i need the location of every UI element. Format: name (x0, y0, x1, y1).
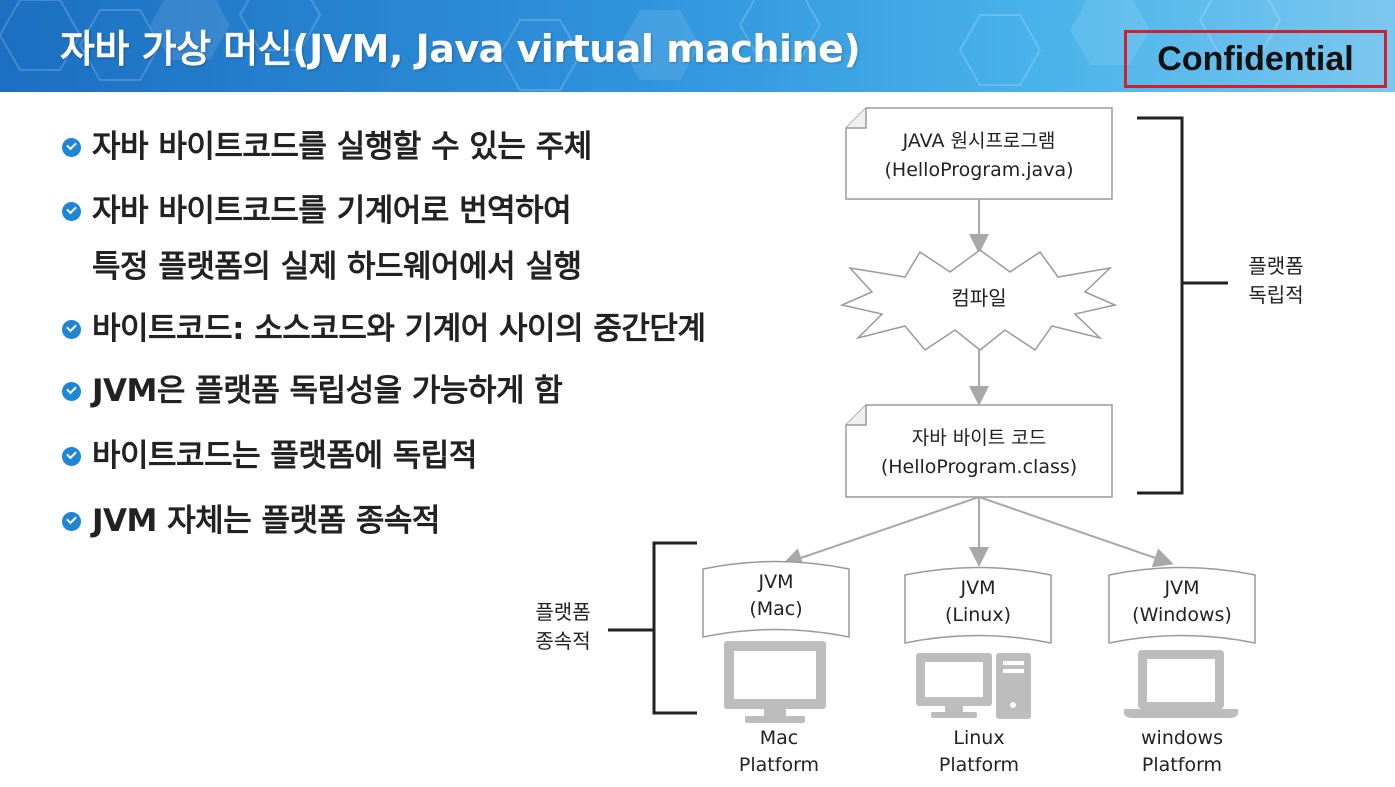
jvm-linux-label: JVM (960, 577, 996, 599)
monitor-icon (724, 641, 826, 723)
compile-burst: 컴파일 (839, 249, 1118, 352)
independent-label-line1: 플랫폼 (1248, 254, 1303, 278)
source-program-box: JAVA 원시프로그램 (HelloProgram.java) (845, 107, 1113, 200)
jvm-mac-label: JVM (758, 571, 794, 593)
linux-platform-word: Platform (939, 754, 1019, 776)
jvm-diagram: JAVA 원시프로그램 (HelloProgram.java) 컴파일 자바 바… (535, 107, 1304, 776)
jvm-mac: JVM (Mac) (702, 560, 850, 638)
independent-label-line2: 독립적 (1248, 283, 1303, 307)
jvm-linux-os: (Linux) (945, 604, 1011, 626)
arrow-to-jvm-windows (978, 496, 1174, 568)
jvm-linux: JVM (Linux) (904, 566, 1052, 644)
bytecode-box: 자바 바이트 코드 (HelloProgram.class) (845, 404, 1113, 498)
independent-bracket (1137, 116, 1184, 495)
arrow-to-jvm-mac (782, 496, 980, 568)
linux-platform-name: Linux (953, 727, 1004, 749)
bytecode-box-filename: (HelloProgram.class) (881, 456, 1077, 478)
jvm-windows-label: JVM (1164, 577, 1200, 599)
desktop-tower-icon (916, 653, 1031, 719)
compile-label: 컴파일 (951, 286, 1006, 310)
dependent-bracket (652, 541, 697, 715)
laptop-icon (1124, 650, 1238, 718)
bytecode-box-title: 자바 바이트 코드 (912, 427, 1046, 449)
dependent-label-line1: 플랫폼 (535, 600, 590, 624)
windows-platform-name: windows (1141, 727, 1223, 749)
mac-platform-name: Mac (760, 727, 798, 749)
windows-platform-word: Platform (1142, 754, 1222, 776)
jvm-windows: JVM (Windows) (1108, 566, 1256, 644)
dependent-label-line2: 종속적 (535, 629, 590, 653)
source-box-title: JAVA 원시프로그램 (902, 130, 1056, 152)
jvm-windows-os: (Windows) (1132, 604, 1232, 626)
jvm-mac-os: (Mac) (749, 598, 802, 620)
mac-platform-word: Platform (739, 754, 819, 776)
source-box-filename: (HelloProgram.java) (885, 159, 1074, 181)
